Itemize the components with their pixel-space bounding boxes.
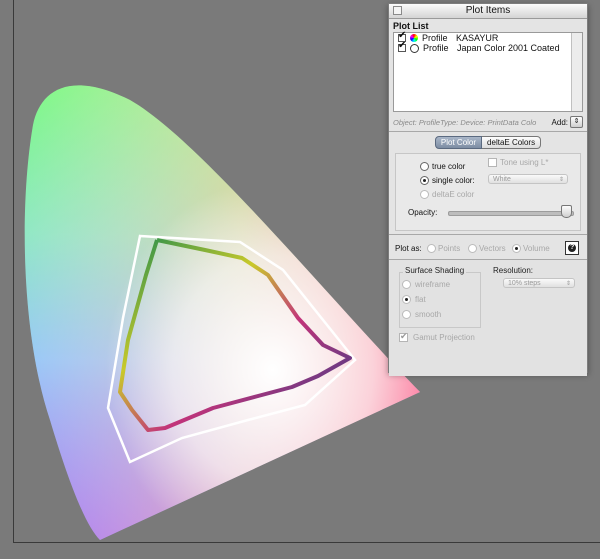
panel-title: Plot Items [465,5,511,16]
tone-using-checkbox[interactable] [488,158,497,167]
item-visible-checkbox[interactable] [398,41,406,52]
empty-circle-icon[interactable] [410,43,419,53]
plot-as-volume-label: Volume [523,244,550,253]
flat-radio[interactable] [402,295,411,304]
help-icon: ? [570,244,575,251]
single-color-label: single color: [432,176,475,185]
chromaticity-horseshoe [24,85,421,540]
object-info-text: Object: ProfileType: Device: PrintData C… [393,117,537,127]
color-options-group: true color Tone using L* single color: W… [395,153,581,231]
gamut-projection-checkbox[interactable] [399,331,408,342]
tab-plot-color[interactable]: Plot Color [434,136,483,149]
item-type: Profile [423,43,449,53]
list-scrollbar[interactable] [571,33,582,111]
plot-items-panel: Plot Items Plot List Profile KASAYUR Pro… [388,3,588,376]
opacity-slider-track[interactable] [448,211,574,216]
list-item[interactable]: Profile Japan Color 2001 Coated [394,41,582,53]
plot-as-label: Plot as: [395,244,422,253]
wireframe-label: wireframe [415,280,451,289]
add-label: Add: [551,117,568,127]
close-button[interactable] [393,6,402,15]
plot-as-vectors-label: Vectors [479,244,506,253]
help-button[interactable]: ? [565,241,579,255]
flat-label: flat [415,295,426,304]
true-color-label: true color [432,162,466,171]
deltae-color-label: deltaE color [432,190,475,199]
panel-titlebar[interactable]: Plot Items [389,4,587,19]
divider [389,131,587,132]
tab-deltae-colors[interactable]: deltaE Colors [482,136,542,149]
gamut-projection-label: Gamut Projection [413,333,475,342]
chevron-updown-icon: ⇕ [565,281,571,287]
plot-list[interactable]: Profile KASAYUR Profile Japan Color 2001… [393,31,583,112]
resolution-select[interactable]: 10% steps ⇕ [503,278,575,288]
chevron-updown-icon: ⇕ [558,177,564,183]
item-name: KASAYUR [456,33,499,43]
plot-as-volume-radio[interactable] [512,244,521,253]
plot-x-axis [13,542,600,543]
tone-using-label: Tone using L* [500,158,549,167]
item-type: Profile [422,33,448,43]
plot-y-axis [13,0,14,543]
divider [389,234,587,235]
single-color-radio[interactable] [420,176,429,185]
color-wheel-icon[interactable] [410,34,418,42]
color-tabs: Plot Color deltaE Colors [389,136,587,149]
smooth-radio[interactable] [402,310,411,319]
shading-section: Surface Shading wireframe flat smooth Re… [389,260,587,376]
true-color-radio[interactable] [420,162,429,171]
plot-as-points-radio[interactable] [427,244,436,253]
plot-as-points-label: Points [438,244,461,253]
single-color-value: White [493,176,511,183]
add-popup-button[interactable]: ⇕ [570,116,583,128]
plot-list-label: Plot List [393,21,429,31]
opacity-label: Opacity: [408,208,438,217]
item-name: Japan Color 2001 Coated [457,43,560,53]
wireframe-radio[interactable] [402,280,411,289]
surface-shading-label: Surface Shading [403,266,467,275]
resolution-value: 10% steps [508,280,541,287]
plot-as-row: Plot as: Points Vectors Volume ? [389,237,587,259]
deltae-color-radio[interactable] [420,190,429,199]
single-color-select[interactable]: White ⇕ [488,174,568,184]
list-item[interactable]: Profile KASAYUR [394,31,582,43]
opacity-slider-thumb[interactable] [560,205,572,218]
smooth-label: smooth [415,310,442,319]
resolution-label: Resolution: [493,266,534,275]
plot-as-vectors-radio[interactable] [468,244,477,253]
